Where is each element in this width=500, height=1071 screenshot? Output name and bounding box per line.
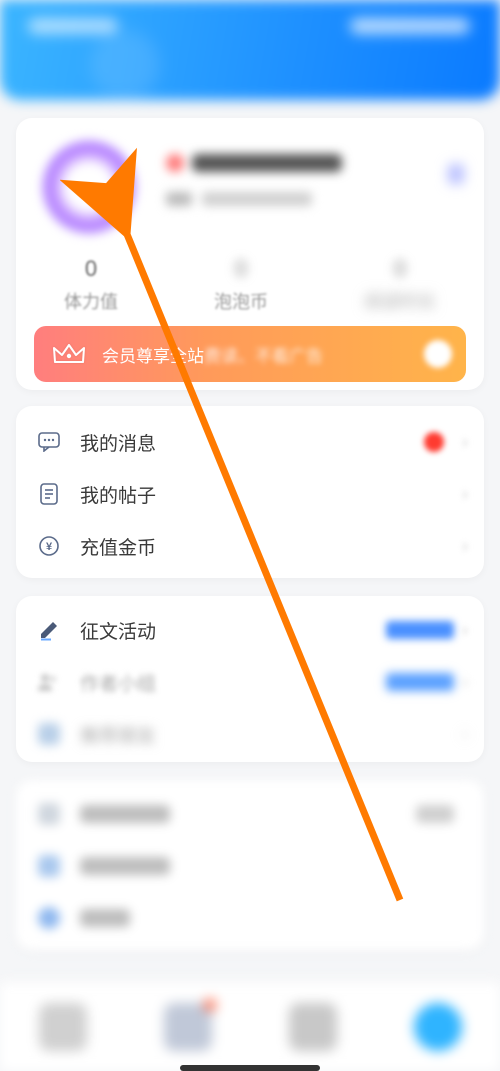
document-icon bbox=[36, 481, 62, 507]
people-icon bbox=[36, 669, 62, 695]
row-link bbox=[386, 673, 454, 691]
stat-value: 0 bbox=[214, 256, 268, 282]
chevron-right-icon: › bbox=[462, 620, 468, 641]
settings-list bbox=[16, 780, 484, 950]
profile-card: 0 体力值 0 泡泡币 0 阅读时长 会员尊享全站 费读、不看广告 bbox=[16, 118, 484, 390]
row-recharge-coins[interactable]: ¥ 充值金币 › bbox=[16, 520, 484, 572]
stat-label: 阅读时长 bbox=[364, 288, 436, 314]
vip-banner[interactable]: 会员尊享全站 费读、不看广告 bbox=[34, 326, 466, 382]
stat-value: 0 bbox=[64, 256, 118, 282]
stat-stamina[interactable]: 0 体力值 bbox=[64, 256, 118, 314]
row-item-3[interactable]: 推荐朋友 › bbox=[16, 708, 484, 760]
chevron-right-icon: › bbox=[462, 672, 468, 693]
row-label: 作者小组 bbox=[80, 669, 156, 696]
chevron-right-icon: › bbox=[462, 536, 468, 557]
stat-coin[interactable]: 0 泡泡币 bbox=[214, 256, 268, 314]
header-decor bbox=[90, 30, 160, 100]
row-label bbox=[80, 857, 170, 875]
nav-tab-4[interactable] bbox=[414, 1003, 462, 1051]
stat-value: 0 bbox=[364, 256, 436, 282]
row-label: 我的消息 bbox=[80, 429, 156, 456]
unread-badge bbox=[424, 432, 444, 452]
row-label bbox=[80, 805, 170, 823]
bottom-nav bbox=[0, 981, 500, 1071]
coin-icon: ¥ bbox=[36, 533, 62, 559]
chevron-right-icon: › bbox=[462, 724, 468, 745]
pencil-icon bbox=[36, 617, 62, 643]
gender-icon bbox=[166, 154, 184, 172]
row-setting-3[interactable] bbox=[16, 892, 484, 944]
row-author-group[interactable]: 作者小组 › bbox=[16, 656, 484, 708]
app-header bbox=[0, 0, 500, 100]
username bbox=[192, 154, 342, 172]
profile-name-row[interactable] bbox=[166, 154, 342, 172]
row-setting-1[interactable] bbox=[16, 788, 484, 840]
row-link bbox=[386, 621, 454, 639]
generic-icon bbox=[36, 905, 62, 931]
stat-label: 泡泡币 bbox=[214, 288, 268, 314]
vip-text-more: 费读、不看广告 bbox=[204, 342, 323, 367]
nav-tab-1[interactable] bbox=[39, 1003, 87, 1051]
activity-list: 征文活动 › 作者小组 › 推荐朋友 › bbox=[16, 596, 484, 762]
profile-meta bbox=[166, 192, 312, 206]
avatar[interactable] bbox=[42, 140, 136, 234]
stat-third[interactable]: 0 阅读时长 bbox=[364, 256, 436, 314]
vip-text: 会员尊享全站 bbox=[102, 342, 204, 367]
nav-tab-3[interactable] bbox=[289, 1003, 337, 1051]
stats-row: 0 体力值 0 泡泡币 0 阅读时长 bbox=[16, 256, 484, 314]
chevron-right-icon: › bbox=[462, 432, 468, 453]
generic-icon bbox=[36, 853, 62, 879]
row-label: 充值金币 bbox=[80, 533, 156, 560]
row-essay-activity[interactable]: 征文活动 › bbox=[16, 604, 484, 656]
row-label: 我的帖子 bbox=[80, 481, 156, 508]
message-icon bbox=[36, 429, 62, 455]
nav-tab-2[interactable] bbox=[164, 1003, 212, 1051]
generic-icon bbox=[36, 721, 62, 747]
row-my-posts[interactable]: 我的帖子 › bbox=[16, 468, 484, 520]
row-setting-2[interactable] bbox=[16, 840, 484, 892]
svg-text:¥: ¥ bbox=[46, 541, 53, 553]
generic-icon bbox=[36, 801, 62, 827]
status-time bbox=[28, 18, 118, 34]
row-value bbox=[416, 805, 454, 823]
home-indicator bbox=[180, 1065, 320, 1071]
chevron-right-icon: › bbox=[462, 484, 468, 505]
chevron-right-icon[interactable] bbox=[448, 164, 464, 184]
crown-icon bbox=[50, 340, 88, 368]
vip-go-icon bbox=[424, 340, 452, 368]
row-label: 征文活动 bbox=[80, 617, 156, 644]
row-label: 推荐朋友 bbox=[80, 721, 156, 748]
status-indicators bbox=[350, 18, 470, 34]
stat-label: 体力值 bbox=[64, 288, 118, 314]
row-my-messages[interactable]: 我的消息 › bbox=[16, 416, 484, 468]
account-list: 我的消息 › 我的帖子 › ¥ 充值金币 › bbox=[16, 406, 484, 578]
row-label bbox=[80, 909, 130, 927]
